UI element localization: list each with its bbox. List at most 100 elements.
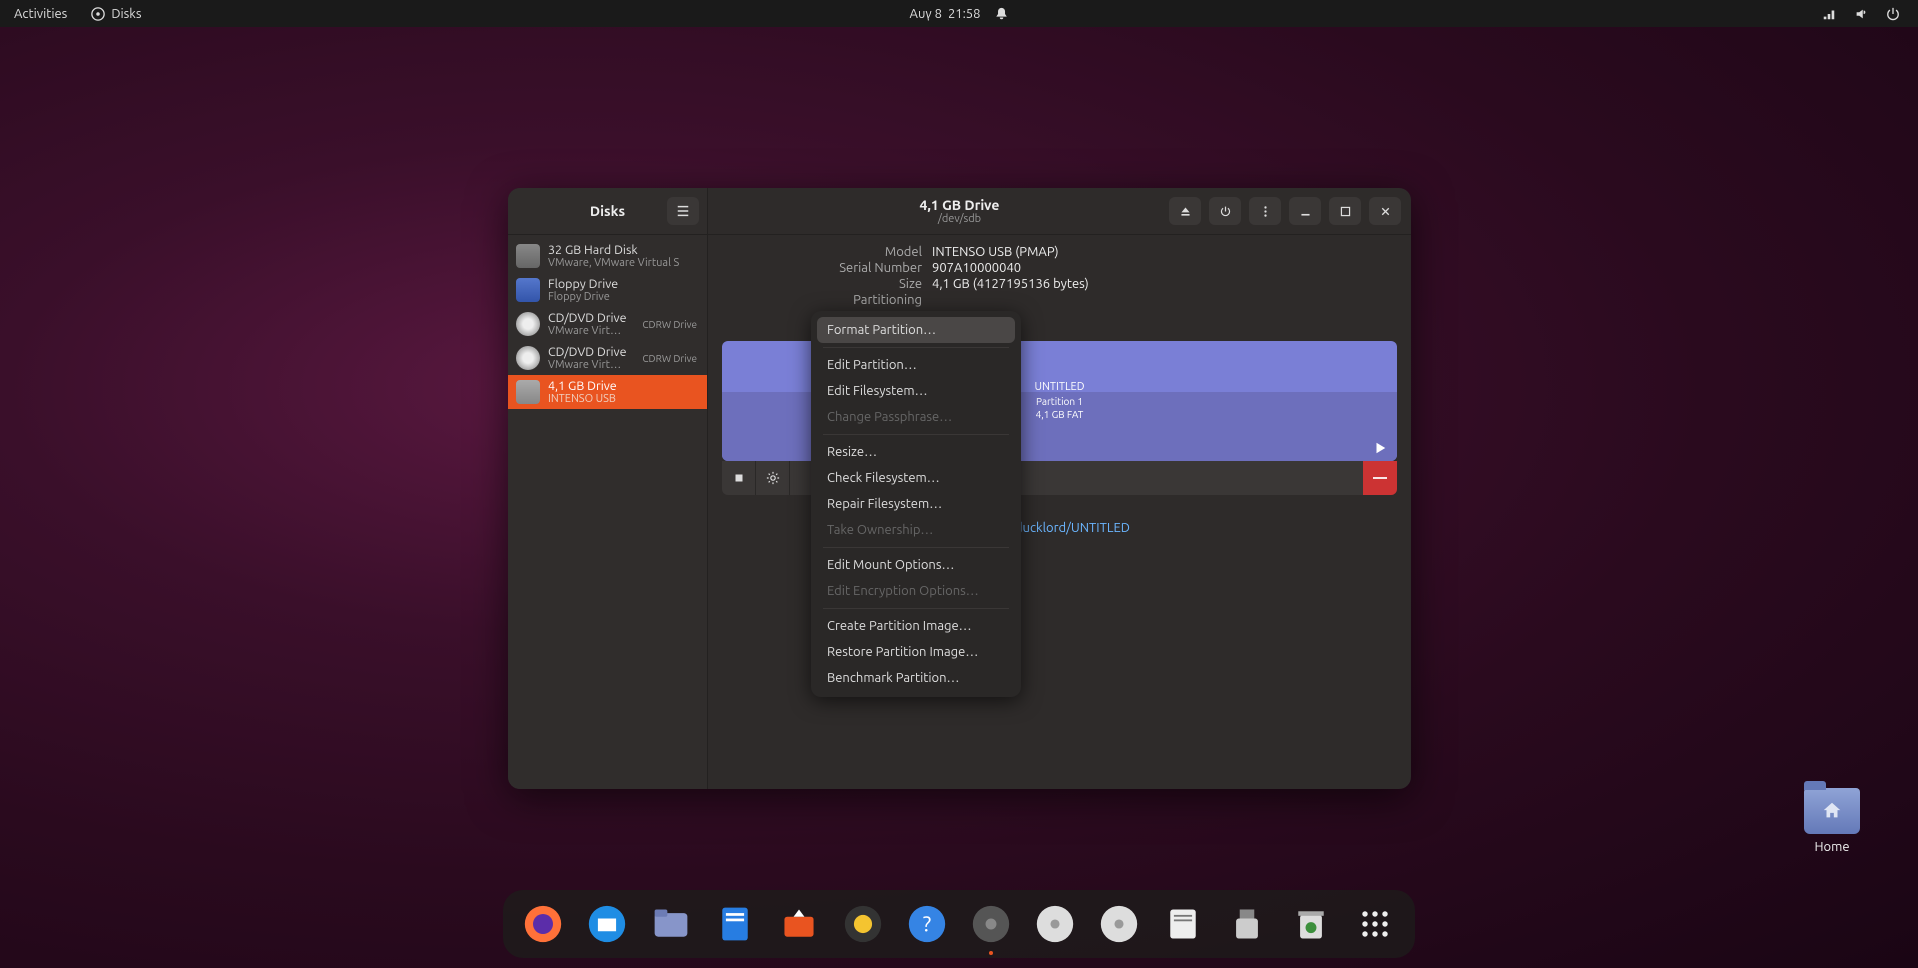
volume-label: UNTITLED Partition 1 4,1 GB FAT [1035, 380, 1085, 422]
dock-disks[interactable] [969, 902, 1013, 946]
folder-icon [1804, 788, 1860, 834]
notifications-icon[interactable] [994, 7, 1008, 21]
disk-extra: CDRW Drive [642, 319, 699, 330]
usb-icon [516, 380, 540, 404]
menu-edit-partition[interactable]: Edit Partition… [817, 352, 1015, 378]
disk-name: CD/DVD Drive [548, 345, 627, 359]
dock-cd2[interactable] [1097, 902, 1141, 946]
disk-list: 32 GB Hard DiskVMware, VMware Virtual S … [508, 235, 707, 409]
svg-text:?: ? [923, 912, 931, 936]
menu-format-partition[interactable]: Format Partition… [817, 317, 1015, 343]
disk-item-cd1[interactable]: CD/DVD DriveVMware Virt… CDRW Drive [508, 307, 707, 341]
menu-edit-encryption: Edit Encryption Options… [817, 578, 1015, 604]
menu-benchmark[interactable]: Benchmark Partition… [817, 665, 1015, 691]
menu-edit-filesystem[interactable]: Edit Filesystem… [817, 378, 1015, 404]
menu-separator [823, 347, 1009, 348]
topbar: Activities Disks Αυγ 8 21:58 [0, 0, 1918, 27]
dock-software[interactable] [777, 902, 821, 946]
header-title: 4,1 GB Drive [920, 197, 1000, 213]
model-label: Model [722, 245, 922, 259]
volume-icon[interactable] [1854, 7, 1868, 21]
dock-cd1[interactable] [1033, 902, 1077, 946]
delete-partition-button[interactable] [1363, 461, 1397, 495]
menu-separator [823, 608, 1009, 609]
dock-help[interactable]: ? [905, 902, 949, 946]
kebab-icon [1259, 205, 1272, 218]
menu-check-filesystem[interactable]: Check Filesystem… [817, 465, 1015, 491]
minus-icon [1373, 477, 1387, 479]
disk-sub: INTENSO USB [548, 393, 617, 405]
disk-sub: VMware, VMware Virtual S [548, 257, 679, 269]
eject-icon [1179, 205, 1192, 218]
activities-button[interactable]: Activities [14, 7, 67, 21]
size-value: 4,1 GB (4127195136 bytes) [932, 277, 1089, 291]
disk-sub: VMware Virt… [548, 359, 627, 371]
menu-take-ownership: Take Ownership… [817, 517, 1015, 543]
maximize-icon [1339, 205, 1352, 218]
disk-name: CD/DVD Drive [548, 311, 627, 325]
partition-context-menu: Format Partition… Edit Partition… Edit F… [811, 311, 1021, 697]
size-label: Size [722, 277, 922, 291]
menu-repair-filesystem[interactable]: Repair Filesystem… [817, 491, 1015, 517]
home-label: Home [1804, 840, 1860, 854]
gear-icon [766, 471, 780, 485]
app-name: Disks [111, 7, 141, 21]
hamburger-icon [676, 204, 690, 218]
sidebar-title: Disks [590, 203, 625, 219]
hamburger-button[interactable] [667, 197, 699, 225]
mount-icon[interactable] [1373, 441, 1387, 455]
power-icon[interactable] [1886, 7, 1900, 21]
close-button[interactable] [1369, 197, 1401, 225]
menu-edit-mount[interactable]: Edit Mount Options… [817, 552, 1015, 578]
stop-icon [732, 471, 746, 485]
unmount-button[interactable] [722, 461, 756, 495]
menu-separator [823, 434, 1009, 435]
model-value: INTENSO USB (PMAP) [932, 245, 1059, 259]
clock[interactable]: Αυγ 8 21:58 [910, 7, 981, 21]
header-title-block: 4,1 GB Drive /dev/sdb [920, 197, 1000, 225]
disk-item-floppy[interactable]: Floppy DriveFloppy Drive [508, 273, 707, 307]
maximize-button[interactable] [1329, 197, 1361, 225]
dock-rhythmbox[interactable] [841, 902, 885, 946]
dock-usb-drive[interactable] [1225, 902, 1269, 946]
menu-create-image[interactable]: Create Partition Image… [817, 613, 1015, 639]
sidebar: Disks 32 GB Hard DiskVMware, VMware Virt… [508, 188, 708, 789]
partitioning-label: Partitioning [722, 293, 922, 307]
serial-label: Serial Number [722, 261, 922, 275]
disk-name: 4,1 GB Drive [548, 379, 617, 393]
eject-button[interactable] [1169, 197, 1201, 225]
disk-extra: CDRW Drive [642, 353, 699, 364]
dock-firefox[interactable] [521, 902, 565, 946]
menu-restore-image[interactable]: Restore Partition Image… [817, 639, 1015, 665]
header-sub: /dev/sdb [920, 213, 1000, 225]
drive-power-button[interactable] [1209, 197, 1241, 225]
disk-item-usb[interactable]: 4,1 GB DriveINTENSO USB [508, 375, 707, 409]
disks-icon [91, 7, 105, 21]
dock-files[interactable] [649, 902, 693, 946]
volume-settings-button[interactable] [756, 461, 790, 495]
disk-item-hdd[interactable]: 32 GB Hard DiskVMware, VMware Virtual S [508, 239, 707, 273]
dock-trash[interactable] [1289, 902, 1333, 946]
floppy-icon [516, 278, 540, 302]
home-desktop-icon[interactable]: Home [1804, 788, 1860, 854]
dock-text-editor[interactable] [1161, 902, 1205, 946]
cd-icon [516, 312, 540, 336]
minimize-button[interactable] [1289, 197, 1321, 225]
sidebar-header: Disks [508, 188, 707, 235]
network-icon[interactable] [1822, 7, 1836, 21]
cd-icon [516, 346, 540, 370]
dock-apps-grid[interactable] [1353, 902, 1397, 946]
content-header: 4,1 GB Drive /dev/sdb [708, 188, 1411, 235]
dock-writer[interactable] [713, 902, 757, 946]
disk-name: 32 GB Hard Disk [548, 243, 679, 257]
disk-item-cd2[interactable]: CD/DVD DriveVMware Virt… CDRW Drive [508, 341, 707, 375]
menu-resize[interactable]: Resize… [817, 439, 1015, 465]
minimize-icon [1299, 205, 1312, 218]
dock: ? [503, 890, 1415, 958]
app-indicator[interactable]: Disks [91, 7, 141, 21]
power-icon [1219, 205, 1232, 218]
disk-name: Floppy Drive [548, 277, 618, 291]
drive-menu-button[interactable] [1249, 197, 1281, 225]
disk-sub: Floppy Drive [548, 291, 618, 303]
dock-thunderbird[interactable] [585, 902, 629, 946]
